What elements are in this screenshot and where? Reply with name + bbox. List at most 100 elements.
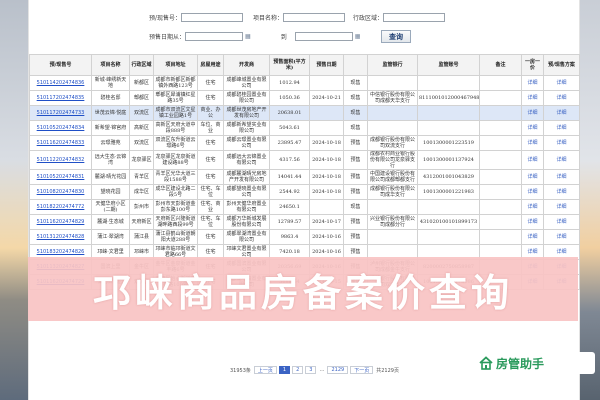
- cell-note: [479, 214, 522, 230]
- cell-account: [417, 105, 480, 121]
- presale-no-input[interactable]: [181, 13, 244, 22]
- cell-district: 龙泉驿区: [129, 150, 154, 170]
- title-banner: 邛崃商品房备案价查询: [28, 257, 578, 321]
- cell-presale-no[interactable]: 510105202474831: [29, 169, 92, 185]
- cell-district: 郫都区: [129, 90, 154, 106]
- cell-plan[interactable]: 详细: [543, 150, 580, 170]
- table-row: 510112202474832 远大生态·云锦湾 龙泉驿区 龙泉驿区龙泉街道建设路88…: [29, 150, 580, 170]
- cell-bank: 兴业银行股份有限公司成都分行: [367, 214, 418, 230]
- cell-address: 成都市新都区新都镇外西路123号: [153, 75, 198, 91]
- table-header-row: 预/现售号 项目名称 行政区域 项目地址 房屋用途 开发商 预售面积(平方米) …: [29, 54, 580, 76]
- cell-account: 1001300001137924: [417, 150, 480, 170]
- cell-plan[interactable]: 详细: [543, 90, 580, 106]
- cell-plan[interactable]: 详细: [543, 184, 580, 200]
- cell-note: [479, 135, 522, 151]
- cell-presale-no[interactable]: 510108202474830: [29, 184, 92, 200]
- cell-type: 现售: [343, 120, 368, 136]
- pagination-next[interactable]: 下一页: [350, 366, 374, 374]
- cell-type: 预售: [343, 150, 368, 170]
- date-to-input[interactable]: [294, 32, 353, 41]
- cell-use: 住宅: [197, 169, 224, 185]
- project-name-input[interactable]: [283, 13, 346, 22]
- cell-area: 20638.01: [269, 105, 310, 121]
- cell-price[interactable]: 详细: [521, 150, 544, 170]
- calendar-icon[interactable]: ▦: [245, 33, 251, 40]
- pagination-page-3[interactable]: 3: [305, 366, 317, 374]
- cell-bank: [367, 120, 418, 136]
- cell-presale-no[interactable]: 510112202474832: [29, 150, 92, 170]
- cell-price[interactable]: 详细: [521, 214, 544, 230]
- cell-plan[interactable]: 详细: [543, 105, 580, 121]
- cell-address: 成都市双流区文星镇工业园路1号: [153, 105, 198, 121]
- cell-price[interactable]: 详细: [521, 199, 544, 215]
- header-price: 一房一价: [521, 54, 544, 76]
- cell-use: 住宅、车位: [197, 184, 224, 200]
- cell-developer: 成都世茂房地产开发有限公司: [223, 105, 270, 121]
- calendar-icon[interactable]: ▦: [355, 33, 361, 40]
- cell-presale-no[interactable]: 510182202474772: [29, 199, 92, 215]
- cell-type: 现售: [343, 105, 368, 121]
- cell-note: [479, 184, 522, 200]
- cell-price[interactable]: 详细: [521, 169, 544, 185]
- cell-presale-no[interactable]: 510114202474836: [29, 75, 92, 91]
- cell-price[interactable]: 详细: [521, 135, 544, 151]
- cell-area: 5043.61: [269, 120, 310, 136]
- cell-plan[interactable]: 详细: [543, 214, 580, 230]
- cell-developer: 成都万华新城发展股份有限公司: [223, 214, 270, 230]
- cell-area: 23895.47: [269, 135, 310, 151]
- pagination-page-2[interactable]: 2: [292, 366, 304, 374]
- cell-plan[interactable]: 详细: [543, 199, 580, 215]
- cell-account: 8111001012000467948: [417, 90, 480, 106]
- cell-date: 2024-10-18: [309, 135, 344, 151]
- header-project-name: 项目名称: [91, 54, 130, 76]
- header-presale-no: 预/现售号: [29, 54, 92, 76]
- cell-plan[interactable]: 详细: [543, 169, 580, 185]
- cell-type: 预售: [343, 229, 368, 245]
- cell-presale-no[interactable]: 510117202474835: [29, 90, 92, 106]
- header-plan: 预/现售方案: [543, 54, 580, 76]
- cell-plan[interactable]: 详细: [543, 120, 580, 136]
- cell-address: 青羊区光华大道三段1588号: [153, 169, 198, 185]
- cell-presale-no[interactable]: 510116202474833: [29, 135, 92, 151]
- cell-district: 青羊区: [129, 169, 154, 185]
- pagination-last-page[interactable]: 2129: [327, 366, 349, 374]
- cell-presale-no[interactable]: 510131202474828: [29, 229, 92, 245]
- cell-price[interactable]: 详细: [521, 184, 544, 200]
- header-date: 预售日期: [309, 54, 344, 76]
- presale-no-label: 预/现售号：: [149, 15, 182, 22]
- header-note: 备注: [479, 54, 522, 76]
- cell-price[interactable]: 详细: [521, 105, 544, 121]
- cell-presale-no[interactable]: 510117202474733: [29, 105, 92, 121]
- cell-area: 4317.56: [269, 150, 310, 170]
- background-left: [0, 0, 28, 400]
- banner-title: 邛崃商品房备案价查询: [92, 270, 513, 315]
- pagination-total: 31953条: [230, 367, 251, 374]
- cell-district: 新都区: [129, 75, 154, 91]
- cell-price[interactable]: 详细: [521, 120, 544, 136]
- cell-use: 住宅: [197, 135, 224, 151]
- pagination-page-1[interactable]: 1: [278, 366, 291, 374]
- project-name-label: 项目名称：: [253, 15, 284, 22]
- record-date-label: 预售日期从：: [149, 34, 186, 41]
- cell-date: [309, 199, 344, 215]
- cell-type: 现售: [343, 199, 368, 215]
- cell-note: [479, 90, 522, 106]
- cell-presale-no[interactable]: 510116202474829: [29, 214, 92, 230]
- cell-date: 2024-10-18: [309, 150, 344, 170]
- cell-presale-no[interactable]: 510105202474834: [29, 120, 92, 136]
- cell-address: 成华区建设北路二段5号: [153, 184, 198, 200]
- date-from-input[interactable]: [185, 32, 244, 41]
- pagination-prev[interactable]: 上一页: [253, 366, 277, 374]
- search-button[interactable]: 查询: [381, 30, 411, 43]
- cell-bank: 中信银行股份有限公司成都天华支行: [367, 90, 418, 106]
- district-input[interactable]: [383, 13, 446, 22]
- cell-plan[interactable]: 详细: [543, 229, 580, 245]
- cell-bank: [367, 199, 418, 215]
- cell-plan[interactable]: 详细: [543, 75, 580, 91]
- cell-plan[interactable]: 详细: [543, 135, 580, 151]
- cell-price[interactable]: 详细: [521, 90, 544, 106]
- cell-price[interactable]: 详细: [521, 229, 544, 245]
- cell-type: 预售: [343, 169, 368, 185]
- cell-developer: 成都翠湖湾置业有限公司: [223, 229, 270, 245]
- cell-price[interactable]: 详细: [521, 75, 544, 91]
